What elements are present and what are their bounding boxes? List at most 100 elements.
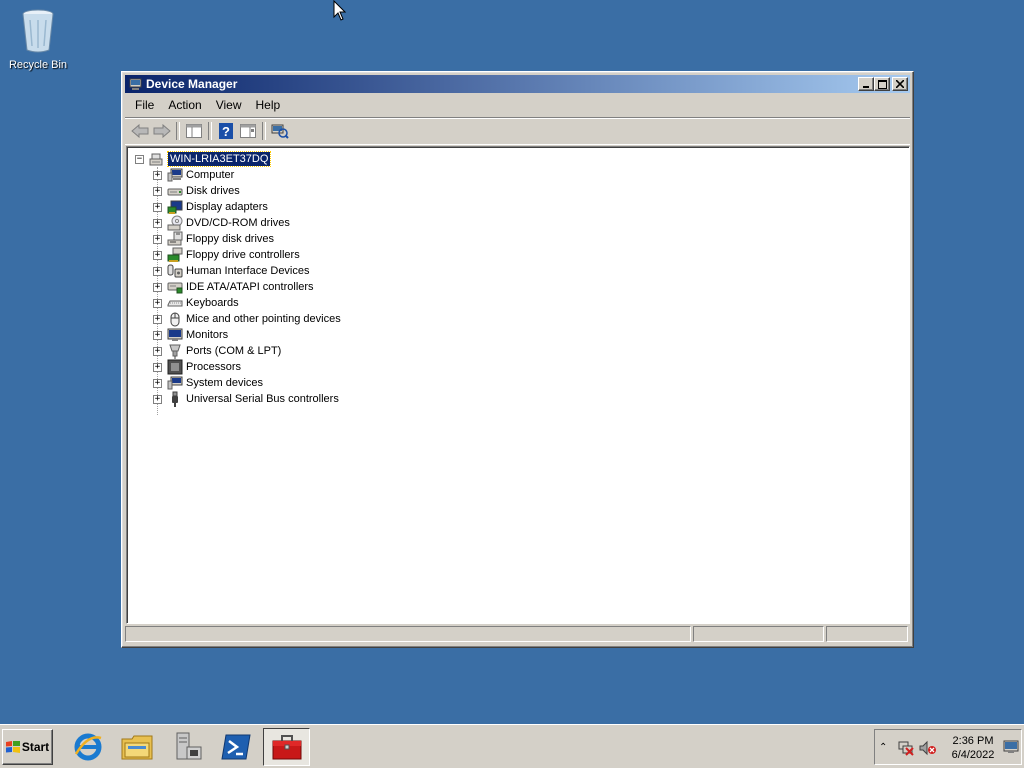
keyboard-icon xyxy=(167,300,183,307)
scan-hardware-button[interactable] xyxy=(269,120,291,142)
tree-item-floppy-disk-drives[interactable]: + Floppy disk drives xyxy=(153,231,341,247)
expand-toggle[interactable]: + xyxy=(153,362,162,372)
computer-name-label: WIN-LRIA3ET37DQ xyxy=(166,151,272,167)
menu-help[interactable]: Help xyxy=(249,95,288,115)
windows-explorer-icon xyxy=(121,735,153,760)
maximize-icon xyxy=(877,79,887,89)
taskbar-device-manager[interactable] xyxy=(263,728,310,766)
tree-item-mice[interactable]: + Mice and other pointing devices xyxy=(153,311,341,327)
minimize-icon xyxy=(863,86,869,88)
close-icon xyxy=(896,80,904,88)
status-cell-main xyxy=(125,626,691,642)
tree-item-ports[interactable]: + Ports (COM & LPT) xyxy=(153,343,341,359)
forward-button[interactable] xyxy=(151,120,173,142)
tree-item-processors[interactable]: + Processors xyxy=(153,359,341,375)
tree-item-label: System devices xyxy=(186,377,264,389)
quicklaunch-windows-explorer[interactable] xyxy=(118,729,156,765)
quicklaunch-internet-explorer[interactable] xyxy=(69,729,107,765)
tree-item-label: Display adapters xyxy=(186,201,268,213)
properties-icon xyxy=(240,124,256,138)
expand-toggle[interactable]: + xyxy=(153,234,162,244)
tree-item-display-adapters[interactable]: + Display adapters xyxy=(153,199,341,215)
show-desktop-icon[interactable] xyxy=(1003,739,1019,755)
expand-toggle[interactable]: + xyxy=(153,202,162,212)
port-icon xyxy=(169,344,181,359)
help-button[interactable]: ? xyxy=(215,120,237,142)
server-manager-icon xyxy=(176,732,202,760)
device-tree[interactable]: − WIN-LRIA3ET37DQ + Computer + Disk driv… xyxy=(126,146,910,624)
clock[interactable]: 2:36 PM 6/4/2022 xyxy=(947,734,999,762)
toolbar: ? xyxy=(125,117,910,145)
tree-item-system-devices[interactable]: + System devices xyxy=(153,375,341,391)
quicklaunch-server-manager[interactable] xyxy=(168,729,206,765)
computer-icon xyxy=(167,168,183,182)
tree-item-label: Mice and other pointing devices xyxy=(186,313,341,325)
computer-root-icon xyxy=(149,153,163,166)
expand-toggle[interactable]: + xyxy=(153,314,162,324)
windows-logo-icon xyxy=(5,741,20,753)
svg-text:?: ? xyxy=(222,124,230,139)
mouse-icon xyxy=(170,312,180,327)
expand-toggle[interactable]: + xyxy=(153,330,162,340)
menu-action[interactable]: Action xyxy=(161,95,208,115)
recycle-bin-label: Recycle Bin xyxy=(8,59,68,71)
powershell-icon xyxy=(221,734,251,760)
tree-item-dvd-drives[interactable]: + DVD/CD-ROM drives xyxy=(153,215,341,231)
tree-item-computer[interactable]: + Computer xyxy=(153,167,341,183)
volume-muted-icon[interactable] xyxy=(919,740,937,756)
toolbar-separator xyxy=(208,122,212,140)
clock-time: 2:36 PM xyxy=(952,735,994,747)
menu-file[interactable]: File xyxy=(125,95,161,115)
tree-item-label: Floppy drive controllers xyxy=(186,249,300,261)
tree-item-label: Universal Serial Bus controllers xyxy=(186,393,339,405)
back-arrow-icon xyxy=(131,124,149,138)
minimize-button[interactable] xyxy=(858,77,874,91)
start-label: Start xyxy=(21,740,50,754)
processor-icon xyxy=(167,359,183,375)
expand-toggle[interactable]: + xyxy=(153,282,162,292)
system-device-icon xyxy=(167,376,183,390)
disk-drive-icon xyxy=(167,188,183,196)
show-hide-tree-icon xyxy=(186,124,202,138)
monitor-icon xyxy=(167,328,183,341)
expand-toggle[interactable]: + xyxy=(153,266,162,276)
tree-item-floppy-drive-controllers[interactable]: + Floppy drive controllers xyxy=(153,247,341,263)
properties-button[interactable] xyxy=(237,120,259,142)
expand-toggle[interactable]: + xyxy=(153,346,162,356)
show-hidden-icons-chevron-icon[interactable]: ⌃ xyxy=(879,742,887,753)
expand-toggle[interactable]: + xyxy=(153,394,162,404)
device-category-list: + Computer + Disk drives + Display adapt… xyxy=(153,167,341,407)
tree-item-ide-controllers[interactable]: + IDE ATA/ATAPI controllers xyxy=(153,279,341,295)
expand-toggle[interactable]: + xyxy=(153,250,162,260)
start-button[interactable]: Start xyxy=(2,729,53,765)
notification-area: ⌃ 2:36 PM 6/4/2022 xyxy=(874,729,1022,765)
tree-item-keyboards[interactable]: + Keyboards xyxy=(153,295,341,311)
expand-toggle[interactable]: + xyxy=(153,170,162,180)
tree-root[interactable]: − WIN-LRIA3ET37DQ xyxy=(135,151,272,167)
network-disconnected-icon[interactable] xyxy=(897,740,915,756)
recycle-bin[interactable]: Recycle Bin xyxy=(6,6,70,71)
floppy-drive-icon xyxy=(167,231,183,246)
tree-item-usb-controllers[interactable]: + Universal Serial Bus controllers xyxy=(153,391,341,407)
title-bar[interactable]: Device Manager xyxy=(125,75,910,93)
tree-item-label: Monitors xyxy=(186,329,229,341)
mouse-cursor-icon xyxy=(333,0,347,21)
tree-item-human-interface-devices[interactable]: + Human Interface Devices xyxy=(153,263,341,279)
maximize-button[interactable] xyxy=(874,77,890,91)
menu-view[interactable]: View xyxy=(209,95,249,115)
quicklaunch-powershell[interactable] xyxy=(217,729,255,765)
back-button[interactable] xyxy=(129,120,151,142)
tree-item-disk-drives[interactable]: + Disk drives xyxy=(153,183,341,199)
expand-toggle[interactable]: + xyxy=(153,298,162,308)
expand-toggle[interactable]: + xyxy=(153,378,162,388)
floppy-controller-icon xyxy=(167,247,183,262)
tree-item-monitors[interactable]: + Monitors xyxy=(153,327,341,343)
device-manager-window: Device Manager File Action View Help ? −… xyxy=(121,71,914,648)
usb-icon xyxy=(172,391,178,407)
show-hide-tree-button[interactable] xyxy=(183,120,205,142)
expand-toggle[interactable]: + xyxy=(153,186,162,196)
collapse-toggle[interactable]: − xyxy=(135,154,144,164)
help-icon: ? xyxy=(219,123,233,139)
close-button[interactable] xyxy=(892,77,908,91)
expand-toggle[interactable]: + xyxy=(153,218,162,228)
